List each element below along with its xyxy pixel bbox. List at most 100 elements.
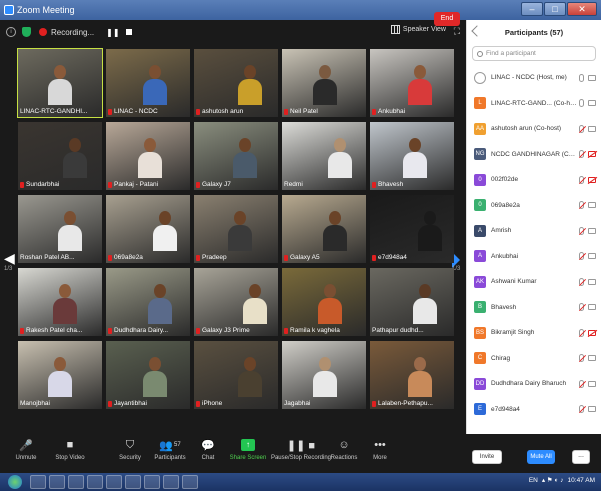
- mic-icon[interactable]: [579, 73, 584, 82]
- video-icon[interactable]: [588, 227, 596, 234]
- muted-mic-icon[interactable]: [579, 150, 584, 159]
- fullscreen-icon[interactable]: ⛶: [454, 26, 460, 37]
- video-icon[interactable]: [588, 406, 596, 413]
- muted-mic-icon[interactable]: [579, 226, 584, 235]
- more-button[interactable]: ••• More: [358, 438, 402, 461]
- taskbar-app-explorer-icon[interactable]: [30, 475, 46, 489]
- invite-button[interactable]: Invite: [472, 450, 502, 464]
- muted-mic-icon[interactable]: [579, 405, 584, 414]
- previous-page-icon[interactable]: ◀: [4, 250, 15, 267]
- muted-mic-icon[interactable]: [579, 354, 584, 363]
- video-tile[interactable]: Pradeep: [194, 195, 278, 263]
- participant-row[interactable]: 0 069a8e2a: [467, 193, 601, 219]
- muted-mic-icon[interactable]: [579, 303, 584, 312]
- security-button[interactable]: ⛉ Security: [108, 438, 152, 462]
- taskbar-app-zoom-icon[interactable]: [182, 475, 198, 489]
- collapse-chevron-icon[interactable]: [471, 25, 483, 37]
- video-icon[interactable]: [588, 278, 596, 285]
- video-off-icon[interactable]: [588, 329, 596, 336]
- muted-mic-icon[interactable]: [579, 379, 584, 388]
- muted-mic-icon[interactable]: [579, 201, 584, 210]
- video-icon[interactable]: [588, 253, 596, 260]
- video-tile[interactable]: Pathapur dudhd...: [370, 268, 454, 336]
- video-tile[interactable]: Bhavesh: [370, 122, 454, 190]
- video-tile[interactable]: Jagabhai: [282, 341, 366, 409]
- video-tile[interactable]: LINAC - NCDC: [106, 49, 190, 117]
- taskbar-app-chrome-icon[interactable]: [106, 475, 122, 489]
- participant-row[interactable]: A Amrish: [467, 218, 601, 244]
- video-icon[interactable]: [588, 100, 596, 107]
- video-icon[interactable]: [588, 125, 596, 132]
- video-off-icon[interactable]: [588, 176, 596, 183]
- participant-row[interactable]: B Bhavesh: [467, 295, 601, 321]
- video-tile[interactable]: LINAC-RTC-GANDHI...: [17, 48, 103, 118]
- muted-mic-icon[interactable]: [579, 124, 584, 133]
- video-icon[interactable]: [588, 355, 596, 362]
- video-tile[interactable]: Rakesh Patel cha...: [18, 268, 102, 336]
- video-tile[interactable]: Sundarbhai: [18, 122, 102, 190]
- video-tile[interactable]: Ankubhai: [370, 49, 454, 117]
- muted-mic-icon[interactable]: [579, 175, 584, 184]
- taskbar-app-ie-icon[interactable]: [49, 475, 65, 489]
- clock[interactable]: 10:47 AM: [568, 477, 595, 484]
- video-tile[interactable]: ashutosh arun: [194, 49, 278, 117]
- stop-recording-icon[interactable]: [125, 29, 132, 35]
- participant-row[interactable]: AA ashutosh arun (Co-host): [467, 116, 601, 142]
- panel-more-button[interactable]: ...: [572, 450, 590, 464]
- video-tile[interactable]: e7d948a4: [370, 195, 454, 263]
- info-icon[interactable]: i: [6, 27, 16, 37]
- participant-row[interactable]: L LINAC-RTC-GAND... (Co-host): [467, 91, 601, 117]
- video-icon[interactable]: [588, 380, 596, 387]
- video-tile[interactable]: Galaxy J3 Prime: [194, 268, 278, 336]
- language-indicator[interactable]: EN: [529, 477, 538, 484]
- video-tile[interactable]: Lalaben-Pethapu...: [370, 341, 454, 409]
- speaker-view-button[interactable]: Speaker View: [390, 25, 446, 34]
- video-tile[interactable]: Roshan Patel AB...: [18, 195, 102, 263]
- participant-row[interactable]: NG NCDC GANDHINAGAR (Co-host): [467, 142, 601, 168]
- participant-search-input[interactable]: Find a participant: [472, 46, 596, 61]
- participant-row[interactable]: Ee7d948a4: [467, 397, 601, 423]
- participant-row[interactable]: DD Dudhdhara Dairy Bharuch: [467, 371, 601, 397]
- video-off-icon[interactable]: [588, 151, 596, 158]
- video-tile[interactable]: Jayantibhai: [106, 341, 190, 409]
- video-tile[interactable]: Neil Patel: [282, 49, 366, 117]
- stop-video-button[interactable]: ■ Stop Video: [48, 438, 92, 461]
- video-tile[interactable]: Galaxy A5: [282, 195, 366, 263]
- end-meeting-button[interactable]: End: [434, 12, 460, 26]
- tray-icons[interactable]: ▴ ⚑ ◐ ♪: [542, 476, 564, 484]
- participant-row[interactable]: LINAC - NCDC (Host, me): [467, 65, 601, 91]
- participant-row[interactable]: BS Bikramjit Singh: [467, 320, 601, 346]
- video-icon[interactable]: [588, 202, 596, 209]
- video-tile[interactable]: Galaxy J7: [194, 122, 278, 190]
- muted-mic-icon[interactable]: [579, 328, 584, 337]
- start-button-icon[interactable]: [8, 475, 22, 489]
- video-tile[interactable]: 069a8e2a: [106, 195, 190, 263]
- taskbar-app-folder-icon[interactable]: [87, 475, 103, 489]
- taskbar-app-media-icon[interactable]: [68, 475, 84, 489]
- encryption-shield-icon[interactable]: [22, 27, 31, 37]
- taskbar-app-firefox-icon[interactable]: [125, 475, 141, 489]
- taskbar-app-skype-icon[interactable]: [163, 475, 179, 489]
- muted-mic-icon[interactable]: [579, 277, 584, 286]
- video-tile[interactable]: Pankaj - Patani: [106, 122, 190, 190]
- video-tile[interactable]: Manojbhai: [18, 341, 102, 409]
- video-tile[interactable]: Redmi: [282, 122, 366, 190]
- participant-row[interactable]: AK Ashwani Kumar: [467, 269, 601, 295]
- pause-recording-icon[interactable]: ❚❚: [106, 28, 119, 37]
- video-icon[interactable]: [588, 304, 596, 311]
- minimize-button[interactable]: –: [521, 2, 543, 16]
- mute-all-button[interactable]: Mute All: [527, 450, 555, 464]
- participant-row[interactable]: C Chirag: [467, 346, 601, 372]
- close-button[interactable]: ✕: [567, 2, 597, 16]
- video-icon[interactable]: [588, 74, 596, 81]
- participant-row[interactable]: 0 002f02de: [467, 167, 601, 193]
- taskbar-app-vlc-icon[interactable]: [144, 475, 160, 489]
- share-screen-button[interactable]: ↑ Share Screen: [226, 438, 270, 461]
- video-tile[interactable]: Dudhdhara Dairy...: [106, 268, 190, 336]
- chat-button[interactable]: 💬 Chat: [186, 438, 230, 462]
- mic-icon[interactable]: [579, 99, 584, 108]
- muted-mic-icon[interactable]: [579, 252, 584, 261]
- unmute-button[interactable]: 🎤 Unmute: [4, 438, 48, 462]
- video-tile[interactable]: Ramila k vaghela: [282, 268, 366, 336]
- video-tile[interactable]: iPhone: [194, 341, 278, 409]
